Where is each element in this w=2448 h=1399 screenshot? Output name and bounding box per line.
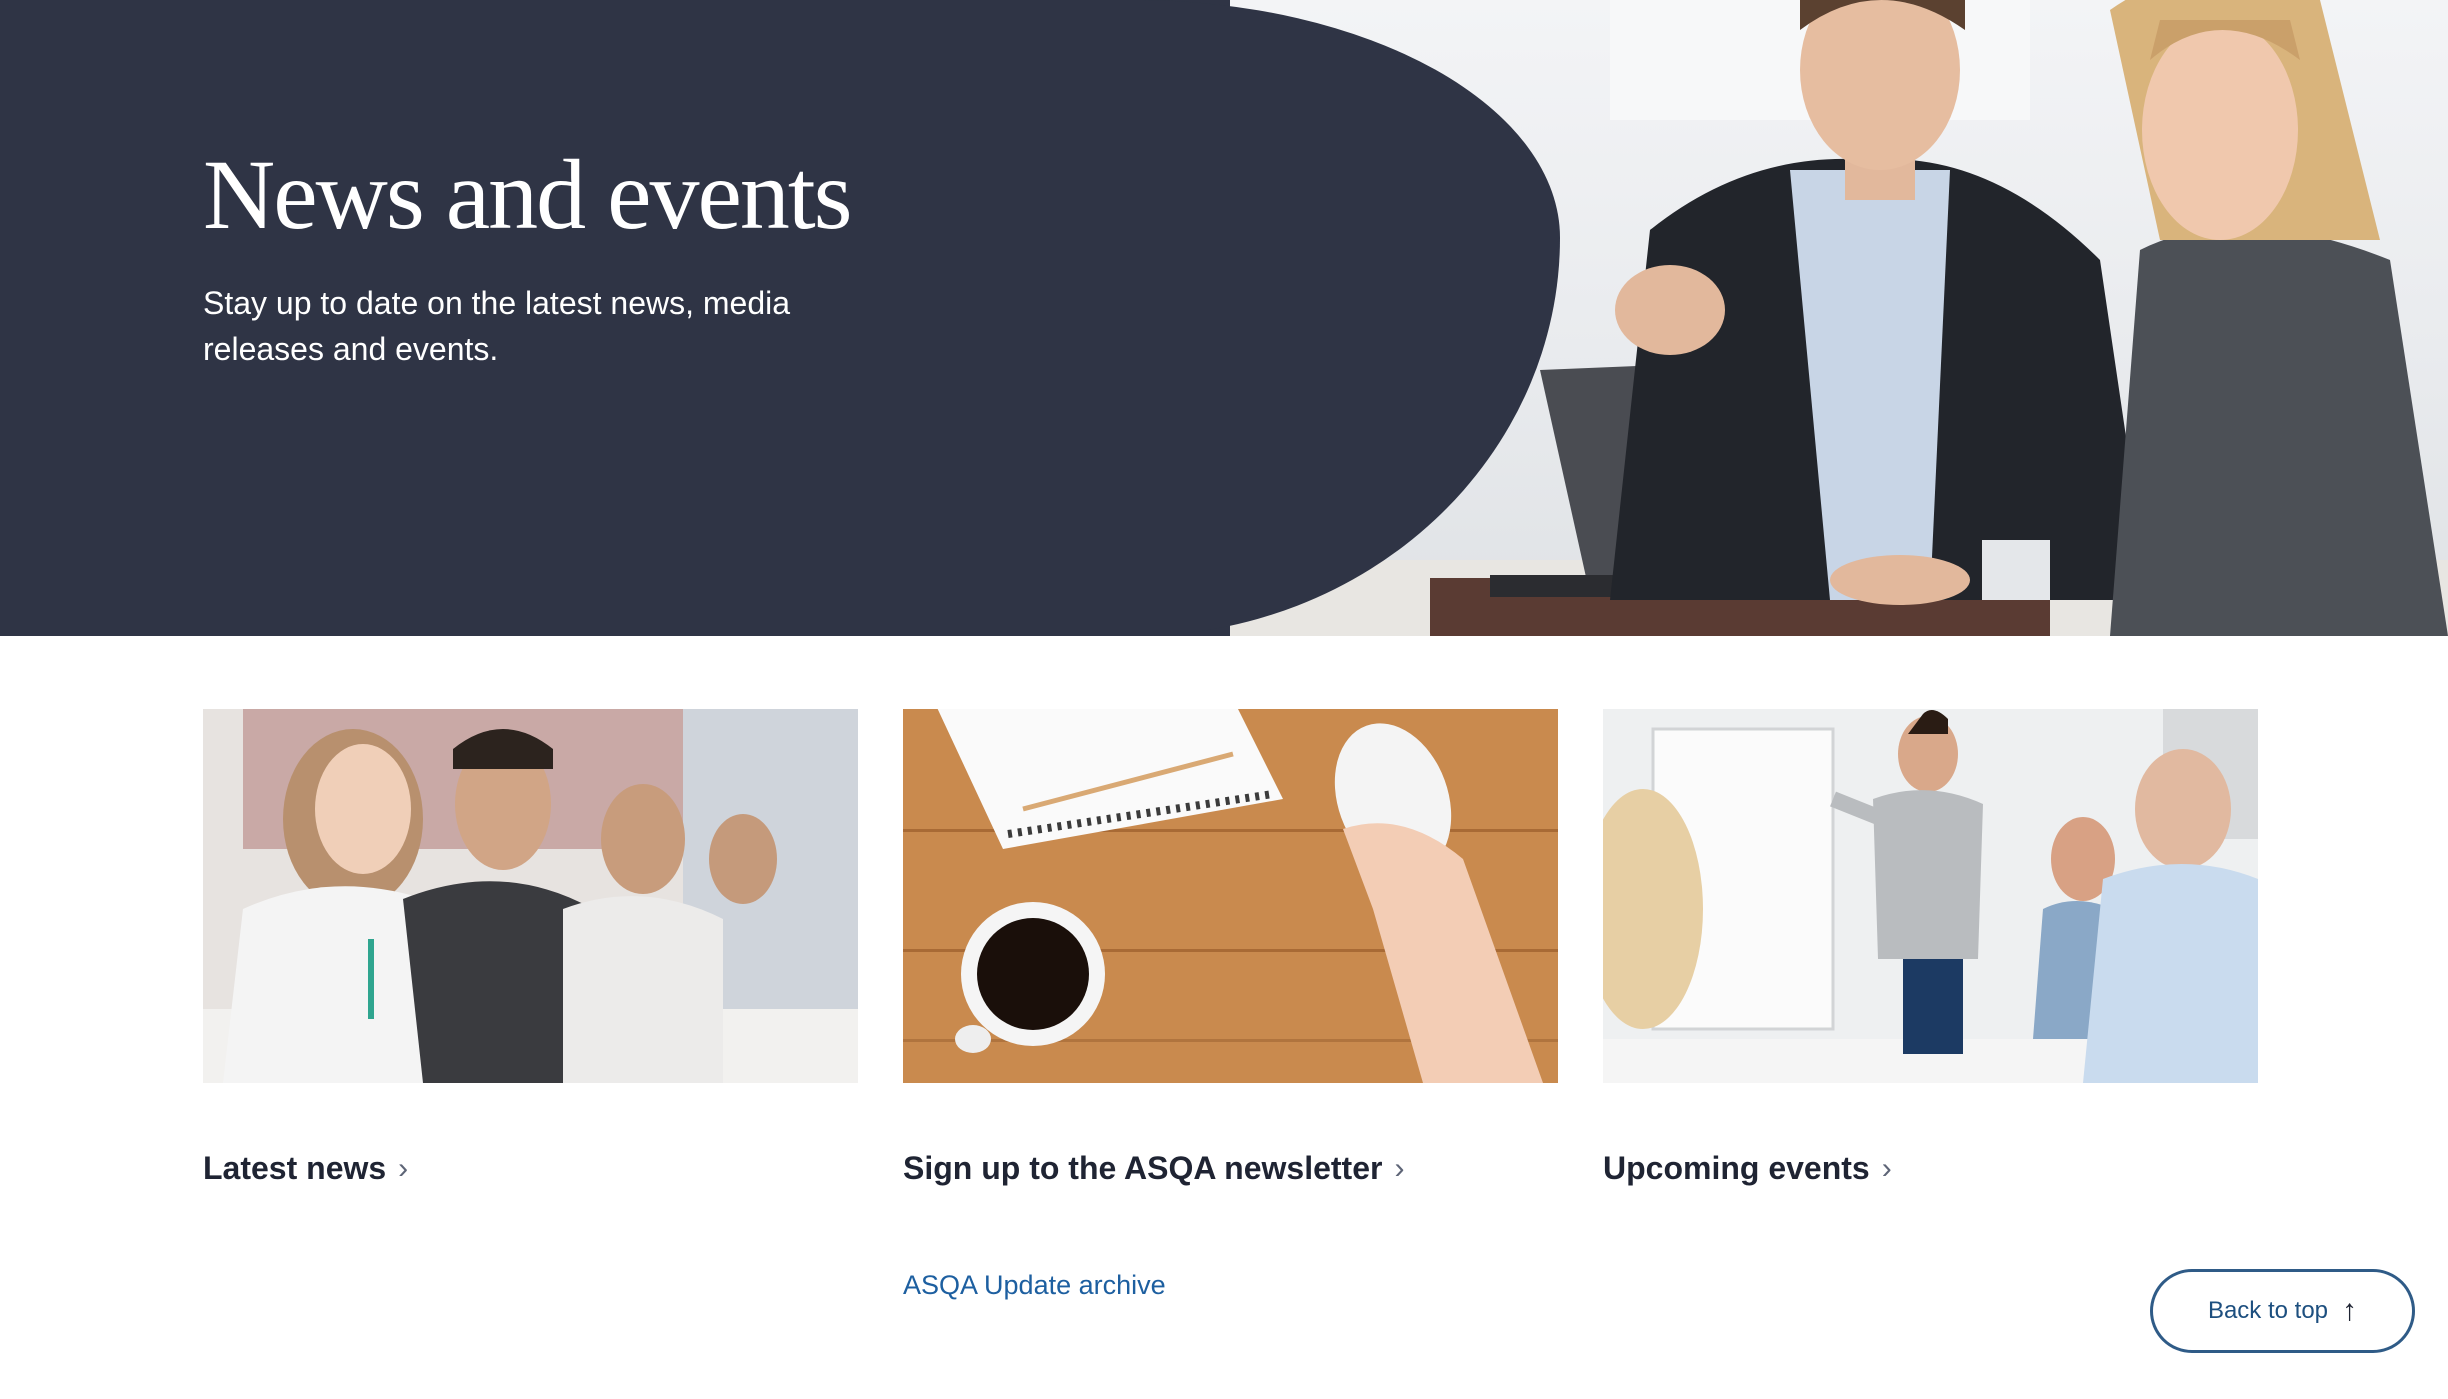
chevron-right-icon: › [398,1151,409,1185]
newsletter-signup-label: Sign up to the ASQA newsletter [903,1150,1383,1186]
chevron-right-icon: › [1394,1151,1405,1185]
card-latest-news: Latest news › [203,709,858,1187]
latest-news-link[interactable]: Latest news › [203,1150,408,1187]
page: News and events Stay up to date on the l… [0,0,2448,1399]
upcoming-events-link[interactable]: Upcoming events › [1603,1150,1892,1187]
page-title: News and events [203,139,853,250]
card-newsletter: Sign up to the ASQA newsletter › [903,709,1558,1187]
students-writing-photo [203,709,858,1083]
upcoming-events-label: Upcoming events [1603,1150,1870,1186]
latest-news-label: Latest news [203,1150,387,1186]
card-image-desk[interactable] [903,709,1558,1083]
hero-banner: News and events Stay up to date on the l… [0,0,2448,636]
desk-notebook-coffee-photo [903,709,1558,1083]
card-image-presenter[interactable] [1603,709,2258,1083]
arrow-up-icon: ↑ [2342,1294,2358,1327]
back-to-top-label: Back to top [2207,1297,2329,1324]
page-subtitle: Stay up to date on the latest news, medi… [203,285,791,367]
newsletter-signup-link[interactable]: Sign up to the ASQA newsletter › [903,1150,1404,1187]
presenter-flipchart-photo [1603,709,2258,1083]
card-upcoming-events: Upcoming events › [1603,709,2258,1187]
chevron-right-icon: › [1881,1151,1892,1185]
asqa-update-archive-link[interactable]: ASQA Update archive [903,1270,1166,1301]
card-image-students[interactable] [203,709,858,1083]
back-to-top-button[interactable]: Back to top ↑ [2150,1269,2415,1353]
